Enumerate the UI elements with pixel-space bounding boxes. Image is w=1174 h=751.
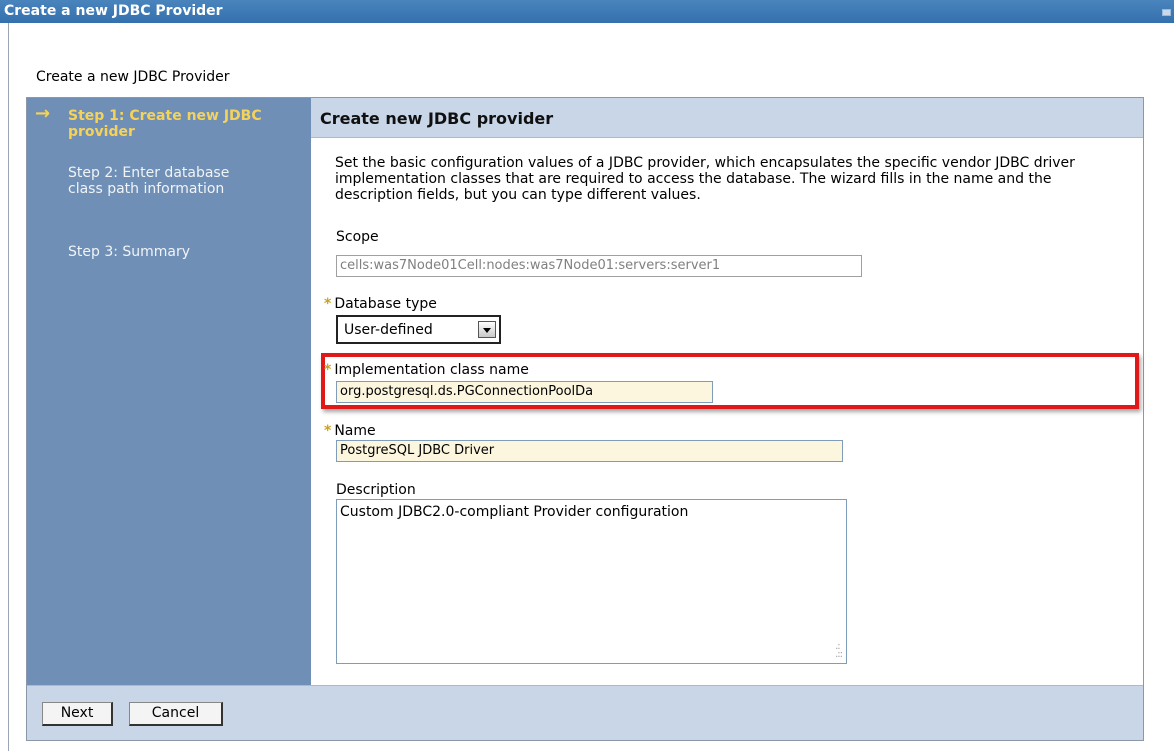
current-step-arrow-icon: → [35, 103, 51, 124]
name-label-text: Name [334, 423, 376, 439]
wizard-steps-panel: → Step 1: Create new JDBC provider Step … [27, 98, 311, 685]
wizard-footer: Next Cancel [27, 685, 1143, 740]
wizard-step-2: Step 2: Enter database class path inform… [68, 165, 268, 197]
wizard-step-3-label: Step 3: Summary [68, 244, 191, 260]
database-type-label-text: Database type [334, 296, 437, 312]
database-type-select[interactable]: User-defined [336, 315, 501, 344]
wizard-step-2-label: Step 2: Enter database class path inform… [68, 165, 230, 197]
description-value: Custom JDBC2.0-compliant Provider config… [340, 504, 689, 520]
scope-label: Scope [336, 229, 379, 245]
implementation-class-input[interactable]: org.postgresql.ds.PGConnectionPoolDa [336, 381, 713, 403]
implementation-class-label-text: Implementation class name [334, 362, 529, 378]
required-icon: * [324, 362, 332, 378]
description-label: Description [336, 482, 416, 498]
required-icon: * [324, 296, 332, 312]
name-label: * Name [324, 423, 376, 439]
wizard-step-1: → Step 1: Create new JDBC provider [35, 105, 268, 141]
required-icon: * [324, 423, 332, 439]
panel-intro: Set the basic configuration values of a … [335, 155, 1075, 203]
scope-field: cells:was7Node01Cell:nodes:was7Node01:se… [336, 255, 862, 277]
resize-grip-icon[interactable]: .:.:: [835, 642, 843, 660]
wizard-content: Create new JDBC provider Set the basic c… [311, 98, 1143, 685]
implementation-class-label: * Implementation class name [324, 362, 529, 378]
chevron-down-icon[interactable] [478, 321, 496, 338]
window-title: Create a new JDBC Provider [4, 3, 223, 19]
database-type-value: User-defined [344, 322, 433, 338]
database-type-label: * Database type [324, 296, 437, 312]
next-button[interactable]: Next [42, 702, 113, 726]
wizard-step-1-label: Step 1: Create new JDBC provider [68, 108, 262, 140]
page-label: Create a new JDBC Provider [36, 69, 230, 85]
panel-title: Create new JDBC provider [311, 98, 1143, 138]
window-title-bar: Create a new JDBC Provider [0, 0, 1174, 23]
cancel-button[interactable]: Cancel [129, 702, 223, 726]
wizard-step-3: Step 3: Summary [68, 244, 268, 260]
name-input[interactable]: PostgreSQL JDBC Driver [336, 440, 843, 462]
minimize-icon[interactable] [1162, 9, 1171, 16]
left-border [8, 23, 9, 751]
description-textarea[interactable]: Custom JDBC2.0-compliant Provider config… [336, 499, 847, 664]
